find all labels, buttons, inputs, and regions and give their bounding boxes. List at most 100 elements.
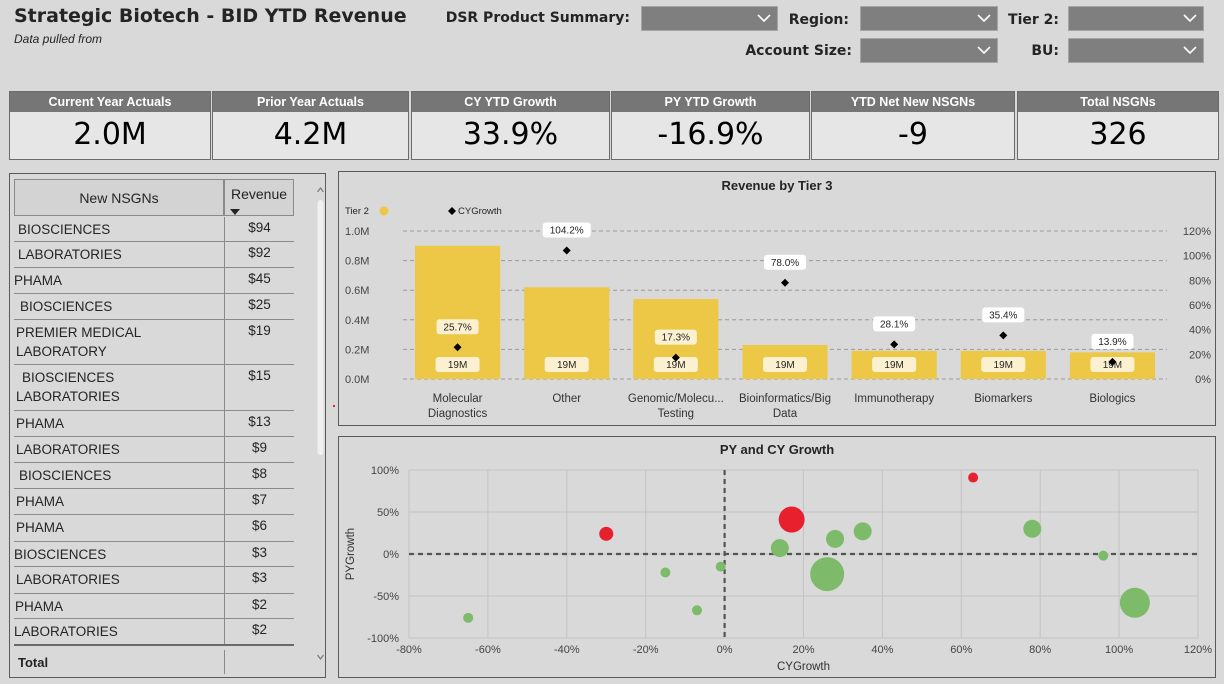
row-name: BIOSCIENCES LABORATORIES xyxy=(16,370,120,404)
column-header-new-nsgns[interactable]: New NSGNs xyxy=(14,179,224,216)
legend-label-markers: CYGrowth xyxy=(458,206,502,217)
y-left-tick-label: 0.4M xyxy=(345,315,369,327)
growth-data-label: 17.3% xyxy=(662,333,690,344)
chevron-down-icon xyxy=(977,46,991,55)
tier2-dropdown[interactable] xyxy=(1068,6,1204,31)
y-tick-label: 50% xyxy=(377,507,399,519)
kpi-card-total-nsgns: Total NSGNs 326 xyxy=(1017,91,1219,160)
row-value: $7 xyxy=(224,489,294,514)
row-value: $2 xyxy=(224,594,294,618)
kpi-card-py-growth: PY YTD Growth -16.9% xyxy=(611,91,810,160)
growth-marker xyxy=(562,246,571,255)
dsr-dropdown[interactable] xyxy=(641,6,778,31)
nsgn-revenue-table: New NSGNs Revenue BIOSCIENCES $94 LABORAT… xyxy=(9,173,326,678)
x-category-label: Diagnostics xyxy=(428,408,488,420)
scroll-up-icon xyxy=(317,187,324,193)
scroll-down-icon xyxy=(317,654,324,660)
table-row[interactable]: LABORATORIES $9 xyxy=(14,437,294,463)
x-category-label: Bioinformatics/Big xyxy=(739,393,831,405)
table-row[interactable]: BIOSCIENCES LABORATORIES $15 xyxy=(14,365,294,411)
table-row[interactable]: PHAMA $2 xyxy=(14,594,294,619)
page-subtitle: Data pulled from xyxy=(14,32,103,46)
scatter-point xyxy=(778,506,805,533)
x-category-label: Genomic/Molecu... xyxy=(628,393,724,405)
row-value: $9 xyxy=(224,437,294,462)
scatter-point xyxy=(1023,519,1042,538)
table-row[interactable]: BIOSCIENCES $94 xyxy=(14,217,294,242)
kpi-card-current-year: Current Year Actuals 2.0M xyxy=(9,91,211,160)
stray-marker xyxy=(333,405,335,407)
row-name: LABORATORIES xyxy=(14,624,118,639)
sort-descending-icon xyxy=(230,209,240,215)
column-header-revenue[interactable]: Revenue xyxy=(224,179,294,216)
table-row[interactable]: PHAMA $45 xyxy=(14,268,294,294)
kpi-card-net-new-nsgns: YTD Net New NSGNs -9 xyxy=(811,91,1015,160)
scatter-point xyxy=(826,529,845,548)
x-tick-label: -20% xyxy=(633,644,659,656)
y-right-tick-label: 120% xyxy=(1183,226,1211,238)
table-row[interactable]: BIOSCIENCES $8 xyxy=(14,463,294,489)
row-value: $25 xyxy=(224,294,294,319)
tier2-filter-label: Tier 2: xyxy=(1008,12,1059,28)
table-scrollbar[interactable] xyxy=(316,180,325,666)
bu-dropdown[interactable] xyxy=(1068,38,1204,63)
page-title: Strategic Biotech - BID YTD Revenue xyxy=(14,5,407,27)
legend-marker-icon xyxy=(448,207,456,215)
table-row[interactable]: PHAMA $6 xyxy=(14,515,294,542)
scatter-point xyxy=(715,561,726,572)
table-row[interactable]: LABORATORIES $2 xyxy=(14,619,294,646)
bar-data-label: 19M xyxy=(884,360,903,371)
row-name: BIOSCIENCES xyxy=(19,468,112,483)
row-name: LABORATORIES xyxy=(16,442,120,457)
growth-data-label: 35.4% xyxy=(989,310,1017,321)
kpi-label: Total NSGNs xyxy=(1018,92,1218,112)
table-row[interactable]: BIOSCIENCES $25 xyxy=(14,294,294,320)
row-value: $94 xyxy=(224,217,294,241)
bu-filter-label: BU: xyxy=(1031,43,1059,59)
dsr-filter-label: DSR Product Summary: xyxy=(445,10,630,26)
scatter-point xyxy=(660,567,671,578)
kpi-label: Current Year Actuals xyxy=(10,92,210,112)
py-cy-growth-chart: PY and CY Growth -80% -60% -40% -20% 0% 20% 40… xyxy=(338,436,1216,678)
x-tick-label: -60% xyxy=(475,644,501,656)
account-size-dropdown[interactable] xyxy=(860,38,998,63)
y-right-tick-label: 100% xyxy=(1183,251,1211,263)
x-tick-label: 80% xyxy=(1029,644,1051,656)
y-left-tick-label: 0.6M xyxy=(345,285,369,297)
table-row[interactable]: BIOSCIENCES $3 xyxy=(14,542,294,567)
row-name: BIOSCIENCES xyxy=(20,299,113,314)
x-category-label: Immunotherapy xyxy=(854,393,934,405)
x-tick-label: 100% xyxy=(1105,644,1133,656)
row-name: PHAMA xyxy=(16,494,65,509)
table-row[interactable]: PREMIER MEDICAL LABORATORY $19 xyxy=(14,320,294,365)
y-right-tick-label: 60% xyxy=(1189,300,1211,312)
scatter-point xyxy=(599,526,614,541)
row-name: PHAMA xyxy=(14,273,63,288)
growth-data-label: 13.9% xyxy=(1098,337,1126,348)
table-row[interactable]: PHAMA $7 xyxy=(14,489,294,515)
total-value xyxy=(224,650,294,674)
total-label: Total xyxy=(18,655,49,670)
row-value: $3 xyxy=(224,567,294,593)
y-right-tick-label: 20% xyxy=(1189,349,1211,361)
growth-data-label: 104.2% xyxy=(550,225,584,236)
y-right-tick-label: 40% xyxy=(1189,325,1211,337)
kpi-card-prior-year: Prior Year Actuals 4.2M xyxy=(212,91,409,160)
y-right-tick-label: 80% xyxy=(1189,275,1211,287)
kpi-value: 2.0M xyxy=(73,117,147,152)
region-dropdown[interactable] xyxy=(860,6,998,31)
kpi-value: -16.9% xyxy=(657,117,764,152)
growth-data-label: 78.0% xyxy=(771,258,799,269)
row-name: PHAMA xyxy=(16,520,65,535)
column-header-revenue-label: Revenue xyxy=(230,186,288,202)
row-name: BIOSCIENCES xyxy=(14,547,107,562)
kpi-card-cy-growth: CY YTD Growth 33.9% xyxy=(411,91,610,160)
table-row[interactable]: LABORATORIES $92 xyxy=(14,242,294,268)
table-row[interactable]: PHAMA $13 xyxy=(14,411,294,437)
legend-swatch-bars xyxy=(379,206,389,216)
x-tick-label: 60% xyxy=(950,644,972,656)
growth-marker xyxy=(781,278,789,287)
row-value: $15 xyxy=(224,365,294,410)
y-tick-label: 0% xyxy=(383,549,399,561)
table-row[interactable]: LABORATORIES $3 xyxy=(14,567,294,594)
